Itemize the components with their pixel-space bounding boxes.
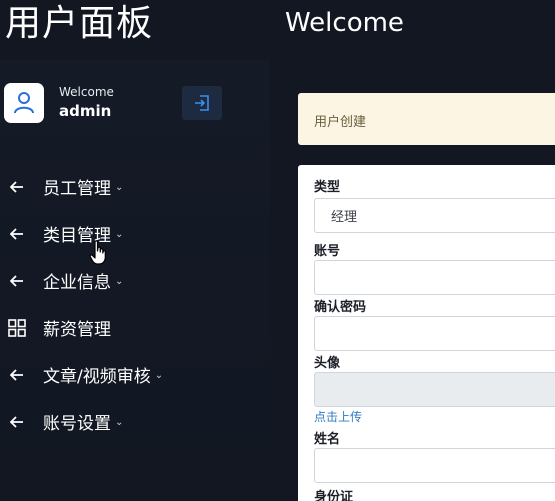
arrow-left-icon (8, 178, 26, 196)
chevron-down-icon: ⌄ (115, 417, 124, 428)
user-create-form: 类型 经理 账号 确认密码 头像 点击上传 姓名 身份证 (298, 165, 555, 501)
upload-link[interactable]: 点击上传 (314, 408, 362, 425)
type-label: 类型 (314, 180, 341, 195)
avatar (4, 83, 44, 123)
sidebar-item-label: 企业信息 (43, 273, 111, 293)
sidebar-item-salary[interactable]: 薪资管理 (0, 304, 270, 351)
avatar-label: 头像 (314, 356, 341, 371)
logout-icon (195, 95, 209, 111)
sidebar-item-label: 员工管理 (43, 179, 111, 199)
type-select[interactable]: 经理 (314, 198, 555, 233)
name-label: 姓名 (314, 432, 341, 447)
user-card: Welcome admin (4, 83, 264, 125)
chevron-down-icon: ⌄ (154, 370, 164, 381)
chevron-down-icon: ⌄ (115, 229, 124, 240)
page-title: Welcome (285, 8, 404, 38)
avatar-input (314, 372, 555, 407)
grid-icon (8, 318, 26, 337)
app-title: 用户面板 (5, 3, 154, 44)
arrow-left-icon (8, 366, 26, 384)
type-select-value: 经理 (331, 210, 358, 225)
account-label: 账号 (314, 244, 341, 259)
sidebar-item-label: 账号设置 (43, 414, 111, 434)
sidebar-item-account[interactable]: 账号设置 ⌄ (0, 398, 270, 445)
id-card-label: 身份证 (314, 490, 354, 501)
user-icon (14, 92, 34, 114)
chevron-down-icon: ⌄ (115, 276, 124, 287)
sidebar-item-label: 类目管理 (43, 226, 111, 246)
user-greeting: Welcome (59, 85, 114, 99)
notice-banner: 用户创建 (298, 93, 555, 145)
arrow-left-icon (8, 272, 26, 290)
sidebar-item-staff[interactable]: 员工管理 ⌄ (0, 163, 270, 210)
sidebar-item-label: 文章/视频审核 (43, 367, 151, 387)
sidebar-item-company[interactable]: 企业信息 ⌄ (0, 257, 270, 304)
arrow-left-icon (8, 225, 26, 243)
confirm-password-input[interactable] (314, 316, 555, 351)
sidebar-item-category[interactable]: 类目管理 ⌄ (0, 210, 270, 257)
sidebar-item-review[interactable]: 文章/视频审核 ⌄ (0, 351, 270, 398)
confirm-password-label: 确认密码 (314, 300, 367, 315)
account-input[interactable] (314, 260, 555, 295)
arrow-left-icon (8, 413, 26, 431)
chevron-down-icon: ⌄ (115, 182, 124, 193)
sidebar-item-label: 薪资管理 (43, 320, 111, 340)
username: admin (59, 102, 112, 120)
logout-button[interactable] (182, 86, 222, 120)
name-input[interactable] (314, 448, 555, 483)
sidebar: Welcome admin 员工管理 ⌄ 类目管理 ⌄ 企业信息 ⌄ 薪资管理 … (0, 60, 270, 501)
sidebar-nav: 员工管理 ⌄ 类目管理 ⌄ 企业信息 ⌄ 薪资管理 文章/视频审核 ⌄ 账号设置… (0, 163, 270, 445)
